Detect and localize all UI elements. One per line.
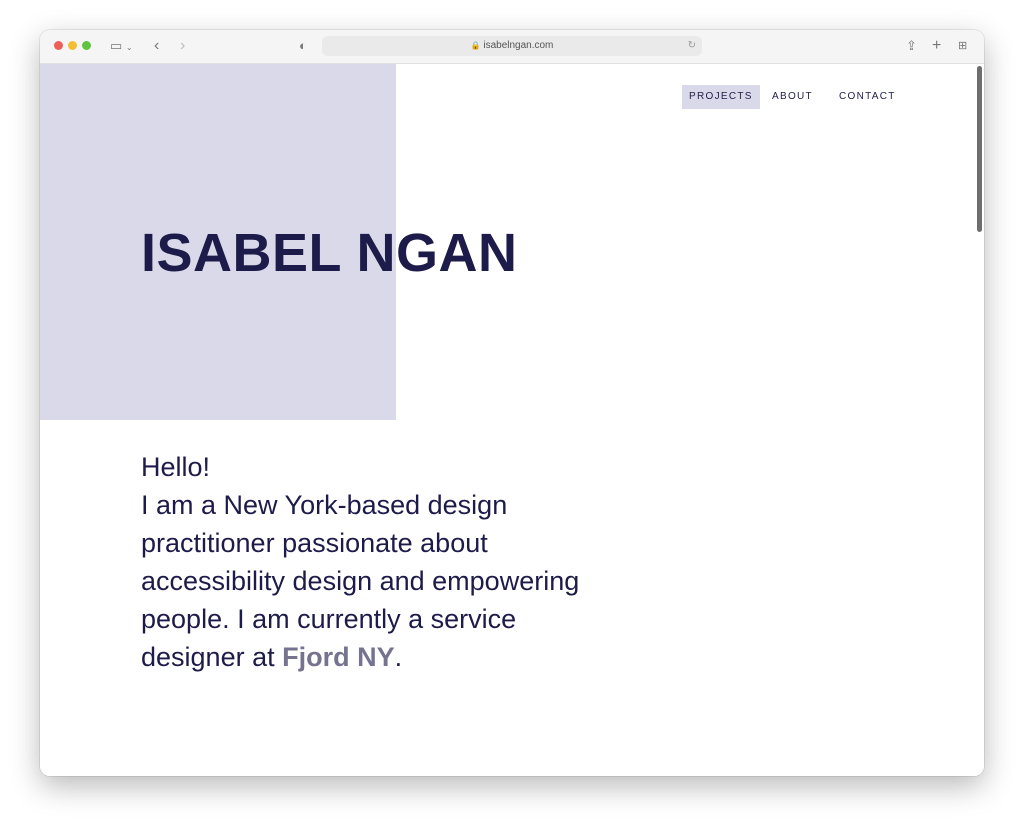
tab-overview-icon[interactable]: ⊞ xyxy=(958,38,967,54)
greeting: Hello! xyxy=(141,452,211,482)
forward-icon[interactable]: › xyxy=(180,38,185,54)
page-title: ISABEL NGAN xyxy=(141,223,518,283)
nav-projects[interactable]: PROJECTS xyxy=(682,85,760,109)
browser-toolbar: ▭ ⌄ ‹ › ◐ 🔒 isabelngan.com ↻ ⇪ + ⊞ xyxy=(40,30,984,64)
reload-icon[interactable]: ↻ xyxy=(688,36,696,56)
fjord-link[interactable]: Fjord NY xyxy=(282,642,395,672)
browser-window: ▭ ⌄ ‹ › ◐ 🔒 isabelngan.com ↻ ⇪ + ⊞ PROJE… xyxy=(40,30,984,776)
intro-end: . xyxy=(394,642,403,672)
lock-icon: 🔒 xyxy=(470,41,481,50)
intro-text: Hello! I am a New York-based design prac… xyxy=(141,448,601,676)
share-icon[interactable]: ⇪ xyxy=(906,38,917,54)
close-window-button[interactable] xyxy=(54,41,63,50)
maximize-window-button[interactable] xyxy=(82,41,91,50)
back-icon[interactable]: ‹ xyxy=(154,38,159,54)
scrollbar[interactable] xyxy=(977,66,982,232)
sidebar-icon[interactable]: ▭ ⌄ xyxy=(110,38,133,56)
shield-icon[interactable]: ◐ xyxy=(299,38,307,54)
page-content: PROJECTS ABOUT CONTACT ISABEL NGAN Hello… xyxy=(40,64,984,776)
address-bar[interactable]: 🔒 isabelngan.com ↻ xyxy=(322,36,702,56)
new-tab-icon[interactable]: + xyxy=(932,38,941,54)
nav-about[interactable]: ABOUT xyxy=(765,85,820,109)
minimize-window-button[interactable] xyxy=(68,41,77,50)
url-text: isabelngan.com xyxy=(483,40,554,51)
nav-contact[interactable]: CONTACT xyxy=(832,85,903,109)
